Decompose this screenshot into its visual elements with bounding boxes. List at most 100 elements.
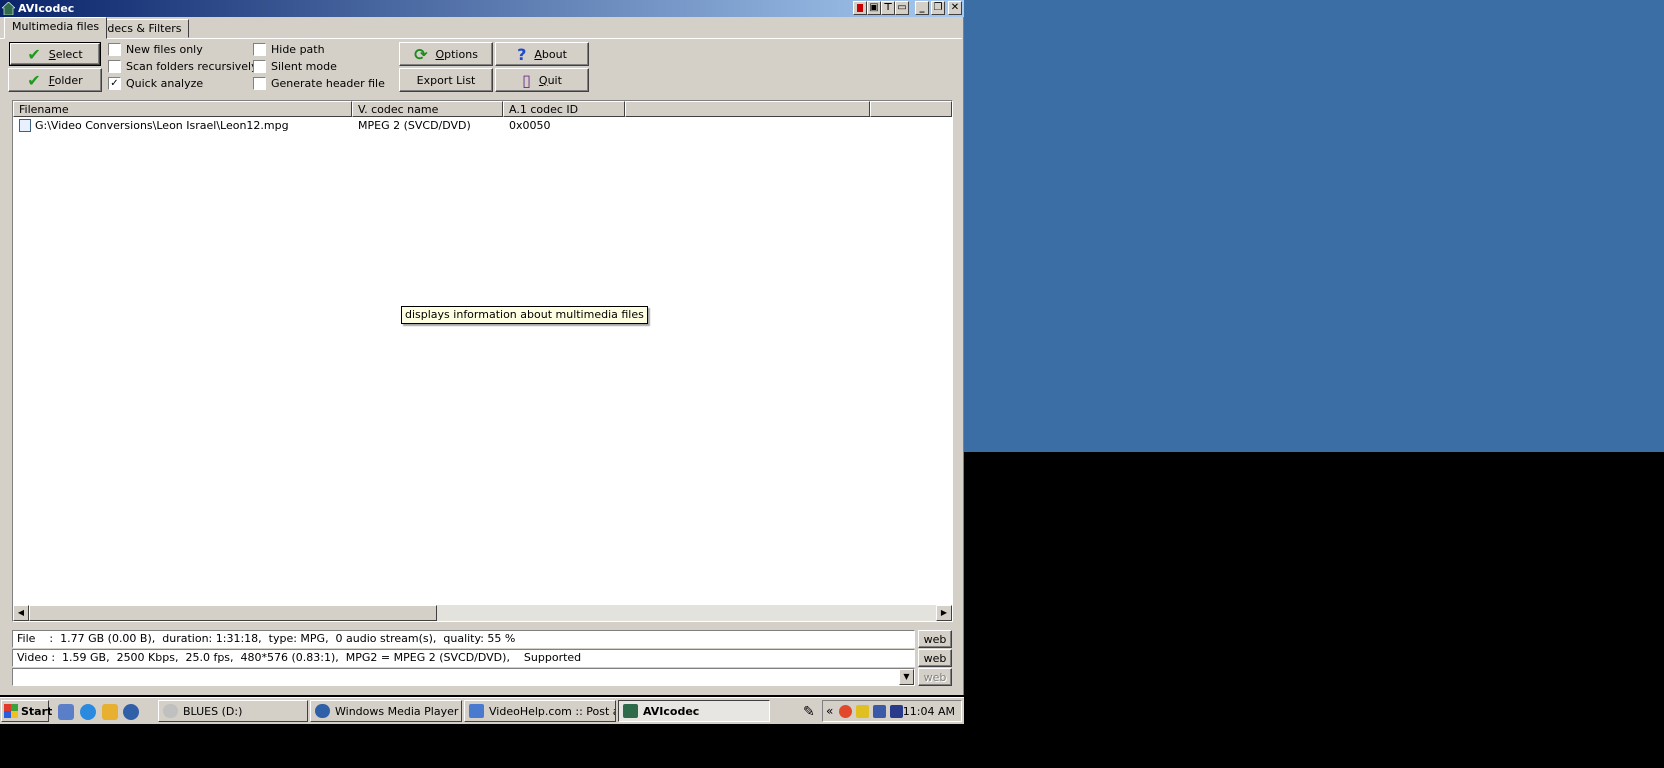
checkbox-box[interactable] [108,60,121,73]
folder-button-label: Folder [48,73,83,87]
checkbox-generate-header[interactable]: Generate header file [253,77,385,90]
task-label: AVIcodec [643,704,700,718]
column-header-empty-2[interactable] [870,101,952,117]
checkmark-icon: ✔ [27,70,41,90]
tray-network-icon[interactable] [873,705,886,718]
checkbox-label: Silent mode [271,60,337,73]
checkbox-box[interactable] [253,77,266,90]
quicklaunch-desktop-icon[interactable] [58,704,74,720]
cell-acodec-id: 0x0050 [509,119,551,132]
export-list-button-label: Export List [416,73,476,87]
checkbox-box[interactable] [253,43,266,56]
file-list[interactable]: Filename V. codec name A.1 codec ID G:\V… [12,100,953,622]
column-header-empty-1[interactable] [625,101,870,117]
titlebar-extra-button-4[interactable]: ▭ [895,1,909,15]
scroll-thumb[interactable] [29,605,437,621]
scroll-right-arrow-icon[interactable]: ▶ [936,605,952,621]
quicklaunch-ie-icon[interactable] [80,704,96,720]
checkbox-new-files-only[interactable]: New files only [108,43,203,56]
checkbox-label: Generate header file [271,77,385,90]
select-button[interactable]: ✔ Select [9,42,101,66]
stream-dropdown[interactable]: ▼ [12,668,915,686]
video-web-button[interactable]: web [918,649,952,667]
task-label: BLUES (D:) [183,704,243,718]
select-button-label: Select [48,47,83,61]
checkbox-box[interactable] [108,43,121,56]
checkbox-hide-path[interactable]: Hide path [253,43,325,56]
file-web-button[interactable]: web [918,630,952,648]
scroll-left-arrow-icon[interactable]: ◀ [13,605,29,621]
cell-filename: G:\Video Conversions\Leon Israel\Leon12.… [35,119,289,132]
task-videohelp-browser[interactable]: VideoHelp.com :: Post a ... [464,700,616,722]
pen-tablet-icon[interactable]: ✎ [803,704,819,720]
checkbox-box[interactable] [253,60,266,73]
quit-button-label: Quit [538,73,562,87]
about-button[interactable]: ? About [495,42,589,66]
column-header-acodec-id[interactable]: A.1 codec ID [503,101,625,117]
quit-button[interactable]: ▯ Quit [495,68,589,92]
task-avicodec[interactable]: AVIcodec [618,700,770,722]
checkbox-quick-analyze[interactable]: ✓ Quick analyze [108,77,203,90]
taskbar: Start BLUES (D:) Windows Media Player Vi… [0,697,964,724]
video-file-icon [19,119,31,132]
options-button[interactable]: ⟳ Options [399,42,493,66]
browser-page-icon [469,704,484,718]
start-label: Start [21,704,53,718]
checkbox-scan-recursively[interactable]: Scan folders recursively [108,60,258,73]
cell-vcodec: MPEG 2 (SVCD/DVD) [358,119,471,132]
export-list-button[interactable]: Export List [399,68,493,92]
checkbox-box-checked[interactable]: ✓ [108,77,121,90]
window-title: AVIcodec [18,2,75,15]
column-header-vcodec[interactable]: V. codec name [352,101,503,117]
quicklaunch-media-player-icon[interactable] [123,704,139,720]
refresh-icon: ⟳ [414,44,428,64]
task-windows-media-player[interactable]: Windows Media Player [310,700,462,722]
tooltip: displays information about multimedia fi… [401,306,648,324]
media-player-icon [315,704,330,718]
desktop-offscreen-area [964,452,1664,768]
dropdown-arrow-icon[interactable]: ▼ [899,669,914,685]
clock[interactable]: 11:04 AM [903,705,955,718]
table-row[interactable]: G:\Video Conversions\Leon Israel\Leon12.… [13,118,952,134]
titlebar-extra-button-3[interactable]: ⊤ [881,1,895,15]
exit-door-icon: ▯ [522,70,531,90]
checkbox-label: New files only [126,43,203,56]
cd-drive-icon [163,704,178,718]
desktop-background [964,0,1664,452]
tray-security-shield-icon[interactable] [856,705,869,718]
tray-volume-icon[interactable] [839,705,852,718]
start-button[interactable]: Start [1,700,53,722]
minimize-button[interactable]: _ [915,1,929,15]
close-button[interactable]: ✕ [948,1,962,15]
titlebar-extra-button-2[interactable]: ▣ [867,1,881,15]
checkbox-label: Hide path [271,43,325,56]
file-info-field: File : 1.77 GB (0.00 B), duration: 1:31:… [12,630,915,648]
task-label: Windows Media Player [335,704,459,718]
titlebar-extra-button-1[interactable] [853,1,867,15]
horizontal-scrollbar[interactable]: ◀ ▶ [13,605,952,621]
folder-button[interactable]: ✔ Folder [8,68,102,92]
question-icon: ? [517,44,527,64]
video-info-field: Video : 1.59 GB, 2500 Kbps, 25.0 fps, 48… [12,649,915,667]
stream-web-button-disabled: web [918,668,952,686]
tray-expand-chevron[interactable]: « [826,704,833,718]
tab-multimedia-files[interactable]: Multimedia files [4,17,108,39]
tab-panel-border [0,38,962,39]
column-header-filename[interactable]: Filename [13,101,352,117]
task-label: VideoHelp.com :: Post a ... [489,704,615,718]
system-tray: « 11:04 AM [822,700,962,722]
title-bar[interactable]: AVIcodec ▣ ⊤ ▭ _ ❐ ✕ [0,0,964,17]
tray-display-icon[interactable] [890,705,903,718]
checkbox-label: Quick analyze [126,77,204,90]
checkbox-silent-mode[interactable]: Silent mode [253,60,337,73]
quicklaunch-outlook-icon[interactable] [102,704,118,720]
list-header: Filename V. codec name A.1 codec ID [13,101,952,117]
avicodec-window: AVIcodec ▣ ⊤ ▭ _ ❐ ✕ Multimedia files Co… [0,0,964,695]
windows-logo-icon [4,704,18,718]
task-blues-drive[interactable]: BLUES (D:) [158,700,308,722]
checkbox-label: Scan folders recursively [126,60,258,73]
app-icon [2,2,15,15]
restore-button[interactable]: ❐ [931,1,945,15]
checkmark-icon: ✔ [27,44,41,64]
avicodec-app-icon [623,704,638,718]
